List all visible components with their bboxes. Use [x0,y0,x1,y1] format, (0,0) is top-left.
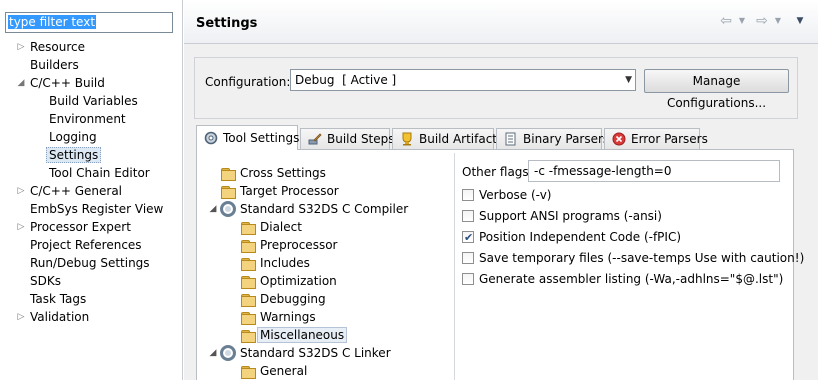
tree-item-debugging[interactable]: Debugging [241,290,326,308]
tree-item-target-processor[interactable]: Target Processor [221,182,339,200]
page-header: Settings ⇦ ▼ ⇨ ▼ ▼ [184,0,818,44]
nav-item-builders[interactable]: Builders [30,56,79,74]
tool-settings-panel: Cross Settings Target Processor ◢ Standa… [196,149,804,380]
nav-item-environment[interactable]: Environment [49,110,126,128]
tool-settings-tree: Cross Settings Target Processor ◢ Standa… [210,153,455,380]
folder-icon [240,309,256,325]
gear-icon [220,345,236,361]
nav-item-settings[interactable]: Settings [46,146,102,164]
nav-item-task-tags[interactable]: Task Tags [30,290,86,308]
tree-item-dialect[interactable]: Dialect [241,218,302,236]
gear-icon [220,201,236,217]
tree-item-warnings[interactable]: Warnings [241,308,316,326]
settings-page: Settings ⇦ ▼ ⇨ ▼ ▼ Configuration: Debug … [184,0,818,380]
nav-item-cpp-general[interactable]: ▷ C/C++ General [18,182,122,200]
configuration-select-value: Debug [ Active ] [295,73,397,87]
tree-item-general[interactable]: General [241,362,307,380]
configuration-group: Configuration: Debug [ Active ] ▼ Manage… [194,57,798,119]
other-flags-input[interactable]: -c -fmessage-length=0 [528,160,780,182]
tab-build-artifact[interactable]: Build Artifact [392,128,497,150]
folder-icon [240,273,256,289]
folder-icon [240,363,256,379]
collapse-arrow-icon[interactable]: ◢ [16,74,26,92]
binary-parsers-icon [505,132,516,146]
expand-arrow-icon[interactable]: ▷ [16,182,26,200]
nav-item-validation[interactable]: ▷ Validation [18,308,90,326]
tree-item-preprocessor[interactable]: Preprocessor [241,236,337,254]
build-artifact-icon [402,132,412,146]
tab-build-steps[interactable]: Build Steps [300,128,395,150]
page-title: Settings [196,16,258,31]
nav-item-cpp-build[interactable]: ◢ C/C++ Build [18,74,105,92]
expand-arrow-icon[interactable]: ▷ [16,308,26,326]
nav-item-embsys-register-view[interactable]: EmbSys Register View [30,200,163,218]
nav-item-tool-chain-editor[interactable]: Tool Chain Editor [49,164,150,182]
folder-icon [220,183,236,199]
nav-item-sdks[interactable]: SDKs [30,272,61,290]
checkbox-unchecked-icon[interactable] [462,252,474,264]
tab-error-parsers[interactable]: Error Parsers [604,128,708,150]
nav-item-build-variables[interactable]: Build Variables [49,92,138,110]
manage-configurations-button[interactable]: Manage Configurations... [644,69,789,110]
folder-icon [240,255,256,271]
properties-nav-pane: type filter text ▷ Resource Builders ◢ C… [0,0,183,380]
collapse-arrow-icon[interactable]: ◢ [208,344,218,362]
back-arrow-icon[interactable]: ⇦ [718,13,734,29]
tab-tool-settings[interactable]: Tool Settings [196,125,299,150]
other-flags-label: Other flags [462,165,529,179]
folder-icon [240,291,256,307]
miscellaneous-options: Other flags -c -fmessage-length=0 Verbos… [459,150,804,380]
folder-icon [220,165,236,181]
forward-menu-chevron-icon[interactable]: ▼ [770,13,786,29]
configuration-select[interactable]: Debug [ Active ] ▼ [290,69,636,91]
checkbox-unchecked-icon[interactable] [462,210,474,222]
folder-icon [240,237,256,253]
folder-icon [240,219,256,235]
checkbox-unchecked-icon[interactable] [462,273,474,285]
tree-item-includes[interactable]: Includes [241,254,310,272]
nav-item-resource[interactable]: ▷ Resource [18,38,86,56]
configuration-label: Configuration: [205,75,291,89]
tool-settings-icon [204,131,218,145]
tree-item-miscellaneous[interactable]: Miscellaneous [241,326,348,344]
tree-item-optimization[interactable]: Optimization [241,272,337,290]
filter-input-text: type filter text [8,15,97,29]
tab-binary-parsers[interactable]: Binary Parsers [496,128,609,150]
nav-item-logging[interactable]: Logging [49,128,97,146]
nav-item-processor-expert[interactable]: ▷ Processor Expert [18,218,131,236]
tree-item-c-linker[interactable]: ◢ Standard S32DS C Linker [210,344,391,362]
filter-input[interactable]: type filter text [5,12,173,33]
dropdown-arrow-icon[interactable]: ▼ [625,72,632,88]
back-menu-chevron-icon[interactable]: ▼ [734,13,750,29]
nav-item-project-references[interactable]: Project References [30,236,142,254]
tree-item-cross-settings[interactable]: Cross Settings [221,164,326,182]
expand-arrow-icon[interactable]: ▷ [16,218,26,236]
folder-icon [240,327,256,343]
collapse-arrow-icon[interactable]: ◢ [208,200,218,218]
nav-item-run-debug-settings[interactable]: Run/Debug Settings [30,254,150,272]
checkbox-checked-icon[interactable] [462,229,474,247]
checkbox-unchecked-icon[interactable] [462,189,474,201]
forward-arrow-icon[interactable]: ⇨ [754,13,770,29]
tree-item-c-compiler[interactable]: ◢ Standard S32DS C Compiler [210,200,408,218]
error-parsers-icon [612,132,626,146]
expand-arrow-icon[interactable]: ▷ [16,38,26,56]
view-menu-icon[interactable]: ▼ [792,13,808,29]
build-steps-icon [308,133,322,145]
